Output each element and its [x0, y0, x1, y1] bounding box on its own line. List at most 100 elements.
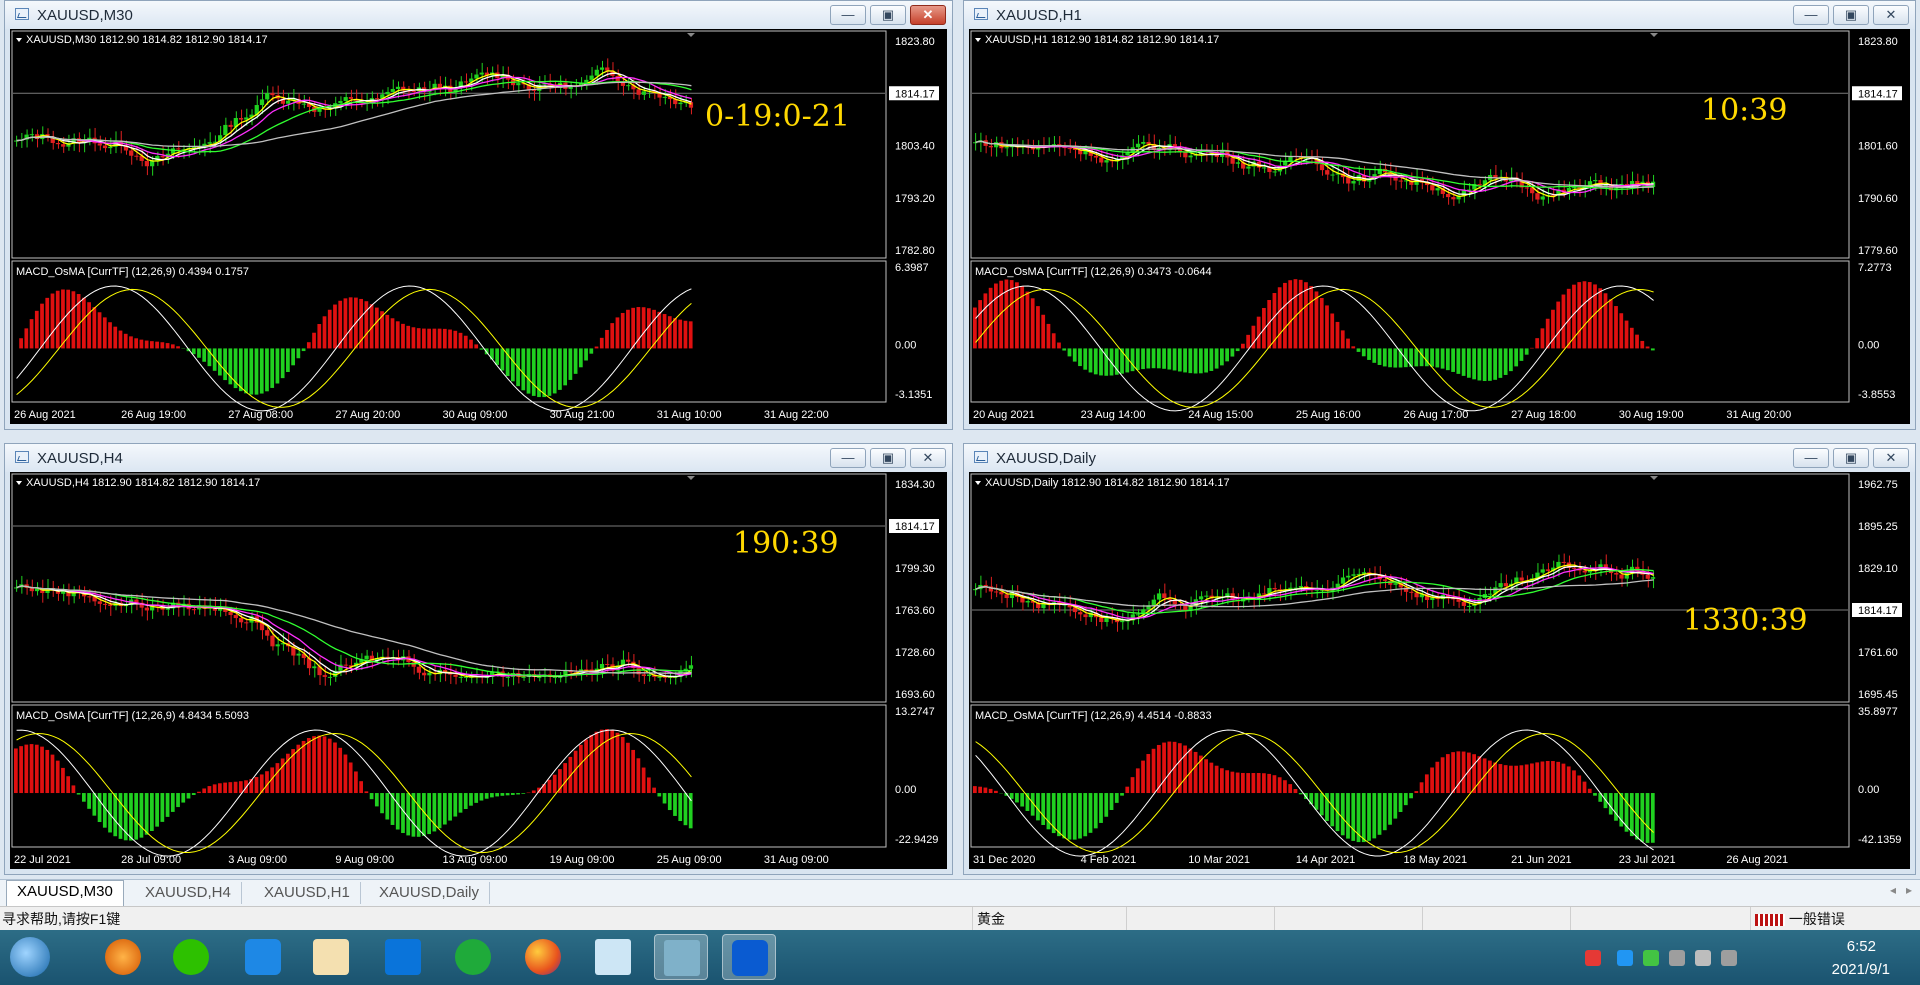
clock-time[interactable]: 6:52	[1847, 938, 1876, 955]
price-tick-label: 1728.60	[895, 647, 935, 659]
restore-button[interactable]: ▣	[1833, 448, 1869, 468]
chart-window-h4[interactable]: XAUUSD,H4 — ▣ ✕ XAUUSD,H4 1812.90 1814.82 18…	[4, 443, 953, 875]
window-title-bar[interactable]: XAUUSD,Daily — ▣ ✕	[964, 444, 1915, 472]
minimize-button[interactable]: —	[1793, 448, 1829, 468]
date-tick-label: 25 Aug 09:00	[657, 854, 722, 866]
close-icon: ✕	[1885, 7, 1897, 22]
windows-start-icon	[10, 937, 50, 977]
chart-window-m30[interactable]: XAUUSD,M30 — ▣ ✕ XAUUSD,M30 1812.90 1814.82 …	[4, 0, 953, 430]
taskbar-app-4[interactable]	[304, 934, 358, 980]
current-price-label: 1814.17	[1852, 603, 1902, 617]
candles	[14, 575, 694, 687]
volume-icon[interactable]	[1695, 950, 1711, 966]
bar-countdown-timer: 190:39	[733, 526, 839, 561]
restore-button[interactable]: ▣	[870, 5, 906, 25]
green-circle-icon	[455, 939, 491, 975]
restore-button[interactable]: ▣	[1833, 5, 1869, 25]
date-tick-label: 9 Aug 09:00	[335, 854, 394, 866]
moving-average-line	[16, 72, 692, 161]
svg-text:1895.25: 1895.25	[1858, 521, 1898, 533]
date-tick-label: 30 Aug 19:00	[1619, 409, 1684, 421]
chart-shift-marker-icon	[1650, 33, 1658, 37]
sogou-icon[interactable]	[1585, 950, 1601, 966]
price-chart-svg: XAUUSD,Daily 1812.90 1814.82 1812.90 181…	[970, 473, 1902, 866]
restore-icon: ▣	[881, 450, 895, 465]
close-button[interactable]: ✕	[1873, 448, 1909, 468]
taskbar-app-1[interactable]	[96, 934, 150, 980]
connection-status[interactable]: 一般错误	[1750, 907, 1845, 931]
network-icon[interactable]	[1669, 950, 1685, 966]
date-tick-label: 22 Jul 2021	[14, 854, 71, 866]
main-plot-frame	[11, 30, 887, 259]
paint-icon	[313, 939, 349, 975]
taskbar-app-3[interactable]	[236, 934, 290, 980]
tab-xauusd-m30[interactable]: XAUUSD,M30	[6, 880, 124, 906]
taskbar-app-5[interactable]	[376, 934, 430, 980]
chart-canvas[interactable]: XAUUSD,Daily 1812.90 1814.82 1812.90 181…	[969, 472, 1910, 869]
chart-window-h1[interactable]: XAUUSD,H1 — ▣ ✕ XAUUSD,H1 1812.90 1814.82 18…	[963, 0, 1916, 430]
price-tick-label: 1962.75	[1858, 479, 1898, 491]
start-button[interactable]	[4, 931, 56, 983]
wechat-icon	[173, 939, 209, 975]
close-button[interactable]: ✕	[1873, 5, 1909, 25]
security-shield-icon[interactable]	[1617, 950, 1633, 966]
signal-icon[interactable]	[1721, 950, 1737, 966]
tab-xauusd-h4[interactable]: XAUUSD,H4	[135, 882, 242, 904]
chart-menu-triangle-icon	[975, 481, 981, 485]
taskbar-app-6[interactable]	[446, 934, 500, 980]
tab-xauusd-h1[interactable]: XAUUSD,H1	[254, 882, 361, 904]
close-button[interactable]: ✕	[910, 5, 946, 25]
svg-text:1782.80: 1782.80	[895, 245, 935, 257]
svg-text:1814.17: 1814.17	[895, 521, 935, 533]
date-tick-label: 26 Aug 2021	[14, 409, 76, 421]
taskbar-wechat[interactable]	[164, 934, 218, 980]
macd-scale-label: 35.8977	[1858, 706, 1898, 718]
chart-window-icon	[15, 8, 29, 20]
price-tick-label: 1763.60	[895, 605, 935, 617]
svg-text:1799.30: 1799.30	[895, 563, 935, 575]
clock-date[interactable]: 2021/9/1	[1832, 961, 1890, 978]
minimize-button[interactable]: —	[830, 5, 866, 25]
window-title: XAUUSD,H4	[37, 450, 123, 467]
metatrader-icon	[664, 940, 700, 976]
date-tick-label: 31 Aug 09:00	[764, 854, 829, 866]
tab-xauusd-daily[interactable]: XAUUSD,Daily	[369, 882, 491, 904]
macd-signal-line	[16, 288, 692, 408]
taskbar-metatrader[interactable]	[654, 934, 708, 980]
chart-canvas[interactable]: XAUUSD,M30 1812.90 1814.82 1812.90 1814.…	[10, 29, 947, 424]
svg-text:1834.30: 1834.30	[895, 479, 935, 491]
taskbar-firefox[interactable]	[516, 934, 570, 980]
price-tick-label: 1801.60	[1858, 141, 1898, 153]
window-title-bar[interactable]: XAUUSD,H1 — ▣ ✕	[964, 1, 1915, 29]
close-icon: ✕	[922, 450, 934, 465]
taskbar-app-8[interactable]	[586, 934, 640, 980]
wechat-tray-icon[interactable]	[1643, 950, 1659, 966]
minimize-button[interactable]: —	[1793, 5, 1829, 25]
svg-text:1793.20: 1793.20	[895, 193, 935, 205]
macd-header-text: MACD_OsMA [CurrTF] (12,26,9) 0.4394 0.17…	[16, 266, 249, 278]
window-title: XAUUSD,H1	[996, 7, 1082, 24]
svg-text:1695.45: 1695.45	[1858, 689, 1898, 701]
macd-scale-label: -3.8553	[1858, 389, 1895, 401]
restore-icon: ▣	[1844, 7, 1858, 22]
macd-scale-label: -42.1359	[1858, 834, 1901, 846]
chart-canvas[interactable]: XAUUSD,H1 1812.90 1814.82 1812.90 1814.1…	[969, 29, 1910, 424]
status-symbol: 黄金	[972, 907, 1005, 931]
connection-status-text: 一般错误	[1788, 911, 1845, 927]
price-tick-label: 1823.80	[1858, 36, 1898, 48]
taskbar-app-10[interactable]	[722, 934, 776, 980]
chart-window-daily[interactable]: XAUUSD,Daily — ▣ ✕ XAUUSD,Daily 1812.90 1814…	[963, 443, 1916, 875]
window-title-bar[interactable]: XAUUSD,M30 — ▣ ✕	[5, 1, 952, 29]
date-tick-label: 24 Aug 15:00	[1188, 409, 1253, 421]
chart-shift-marker-icon	[687, 476, 695, 480]
minimize-button[interactable]: —	[830, 448, 866, 468]
price-tick-label: 1823.80	[895, 36, 935, 48]
svg-text:1790.60: 1790.60	[1858, 193, 1898, 205]
price-tick-label: 1695.45	[1858, 689, 1898, 701]
restore-button[interactable]: ▣	[870, 448, 906, 468]
tab-scroll-arrows-icon[interactable]: ◂ ▸	[1890, 883, 1912, 897]
window-title-bar[interactable]: XAUUSD,H4 — ▣ ✕	[5, 444, 952, 472]
close-button[interactable]: ✕	[910, 448, 946, 468]
minimize-icon: —	[841, 7, 855, 22]
price-tick-label: 1803.40	[895, 141, 935, 153]
